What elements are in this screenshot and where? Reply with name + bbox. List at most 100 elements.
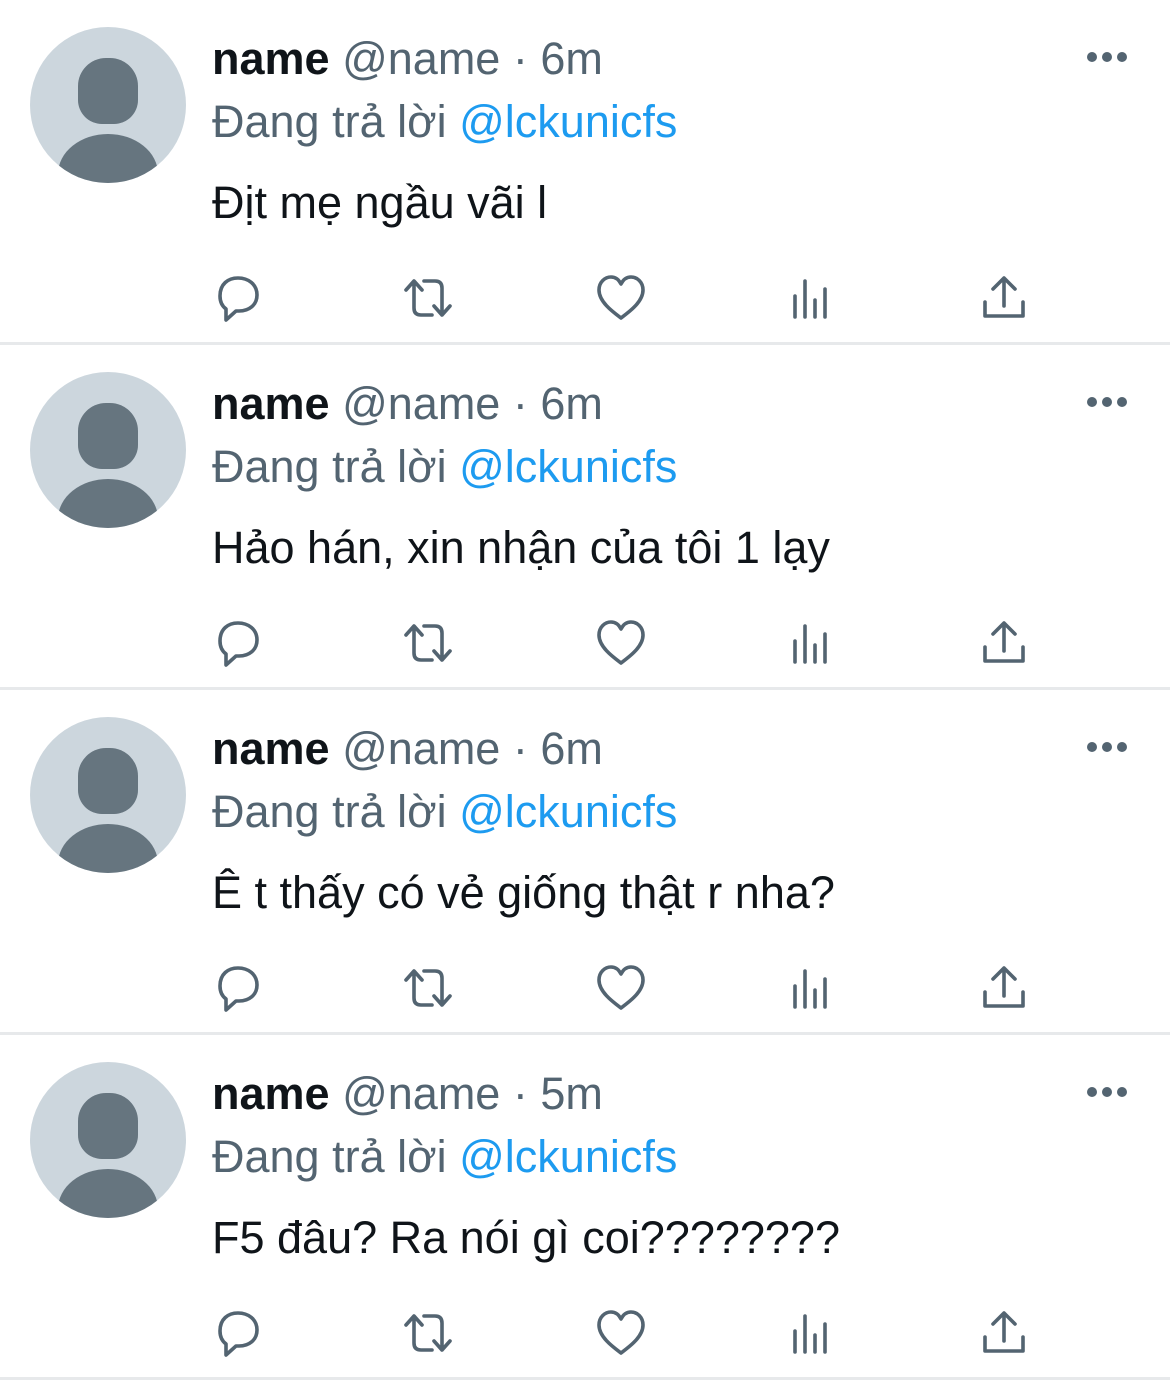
tweet-actions	[0, 270, 1170, 326]
share-button[interactable]	[976, 615, 1032, 671]
replying-to: Đang trả lời @lckunicfs	[212, 440, 677, 494]
replying-to: Đang trả lời @lckunicfs	[212, 785, 677, 839]
separator-dot: ·	[512, 378, 528, 429]
reply-feed: name @name · 6m Đang trả lời @lckunicfs …	[0, 0, 1170, 1393]
replying-to-label: Đang trả lời	[212, 786, 447, 837]
separator-dot: ·	[512, 723, 528, 774]
retweet-icon	[404, 624, 452, 662]
tweet-actions	[0, 615, 1170, 671]
timestamp[interactable]: 5m	[540, 1068, 603, 1119]
views-icon	[793, 624, 827, 664]
retweet-button[interactable]	[400, 615, 456, 671]
replying-to-label: Đang trả lời	[212, 96, 447, 147]
tweet-text: F5 đâu? Ra nói gì coi????????	[212, 1212, 840, 1263]
replying-to-handle-link[interactable]: @lckunicfs	[459, 1131, 677, 1182]
reply-button[interactable]	[210, 960, 266, 1016]
like-button[interactable]	[593, 270, 649, 326]
reply-button[interactable]	[210, 1305, 266, 1361]
default-avatar-head-icon	[78, 58, 138, 124]
display-name[interactable]: name	[212, 723, 330, 774]
tweet-header: name @name · 6m	[212, 32, 603, 86]
tweet-header: name @name · 6m	[212, 722, 603, 776]
default-avatar-head-icon	[78, 748, 138, 814]
like-button[interactable]	[593, 1305, 649, 1361]
tweet[interactable]: name @name · 6m Đang trả lời @lckunicfs …	[0, 690, 1170, 1035]
more-options-button[interactable]	[1084, 732, 1130, 762]
tweet-actions	[0, 1305, 1170, 1361]
display-name[interactable]: name	[212, 378, 330, 429]
like-button[interactable]	[593, 615, 649, 671]
user-handle[interactable]: @name	[342, 1068, 500, 1119]
tweet[interactable]: name @name · 5m Đang trả lời @lckunicfs …	[0, 1035, 1170, 1380]
default-avatar-body-icon	[58, 479, 158, 528]
more-horizontal-icon	[1087, 397, 1127, 407]
retweet-icon	[404, 1314, 452, 1352]
reply-button[interactable]	[210, 270, 266, 326]
user-handle[interactable]: @name	[342, 723, 500, 774]
more-options-button[interactable]	[1084, 387, 1130, 417]
display-name[interactable]: name	[212, 1068, 330, 1119]
replying-to: Đang trả lời @lckunicfs	[212, 95, 677, 149]
more-options-button[interactable]	[1084, 42, 1130, 72]
tweet-header: name @name · 5m	[212, 1067, 603, 1121]
reply-icon	[218, 621, 259, 667]
heart-icon	[597, 1310, 645, 1355]
replying-to-handle-link[interactable]: @lckunicfs	[459, 786, 677, 837]
default-avatar-head-icon	[78, 1093, 138, 1159]
retweet-button[interactable]	[400, 1305, 456, 1361]
tweet-text: Hảo hán, xin nhận của tôi 1 lạy	[212, 522, 830, 573]
retweet-button[interactable]	[400, 960, 456, 1016]
avatar[interactable]	[30, 372, 186, 528]
replying-to: Đang trả lời @lckunicfs	[212, 1130, 677, 1184]
default-avatar-body-icon	[58, 824, 158, 873]
views-button[interactable]	[784, 270, 840, 326]
views-button[interactable]	[784, 960, 840, 1016]
views-icon	[793, 279, 827, 319]
reply-button[interactable]	[210, 615, 266, 671]
heart-icon	[597, 275, 645, 320]
avatar[interactable]	[30, 1062, 186, 1218]
reply-icon	[218, 966, 259, 1012]
replying-to-label: Đang trả lời	[212, 1131, 447, 1182]
views-icon	[793, 969, 827, 1009]
tweet[interactable]: name @name · 6m Đang trả lời @lckunicfs …	[0, 345, 1170, 690]
avatar[interactable]	[30, 717, 186, 873]
more-horizontal-icon	[1087, 742, 1127, 752]
share-button[interactable]	[976, 960, 1032, 1016]
tweet-text: Ê t thấy có vẻ giống thật r nha?	[212, 867, 835, 918]
tweet-text: Địt mẹ ngầu vãi l	[212, 177, 548, 228]
heart-icon	[597, 620, 645, 665]
default-avatar-body-icon	[58, 1169, 158, 1218]
replying-to-handle-link[interactable]: @lckunicfs	[459, 441, 677, 492]
reply-icon	[218, 276, 259, 322]
share-button[interactable]	[976, 270, 1032, 326]
replying-to-label: Đang trả lời	[212, 441, 447, 492]
views-button[interactable]	[784, 1305, 840, 1361]
tweet[interactable]: name @name · 6m Đang trả lời @lckunicfs …	[0, 0, 1170, 345]
separator-dot: ·	[512, 1068, 528, 1119]
user-handle[interactable]: @name	[342, 378, 500, 429]
retweet-button[interactable]	[400, 270, 456, 326]
share-button[interactable]	[976, 1305, 1032, 1361]
views-button[interactable]	[784, 615, 840, 671]
avatar[interactable]	[30, 27, 186, 183]
separator-dot: ·	[512, 33, 528, 84]
share-icon	[983, 966, 1025, 1008]
tweet-header: name @name · 6m	[212, 377, 603, 431]
default-avatar-head-icon	[78, 403, 138, 469]
more-options-button[interactable]	[1084, 1077, 1130, 1107]
timestamp[interactable]: 6m	[540, 33, 603, 84]
timestamp[interactable]: 6m	[540, 378, 603, 429]
retweet-icon	[404, 969, 452, 1007]
retweet-icon	[404, 279, 452, 317]
share-icon	[983, 1311, 1025, 1353]
heart-icon	[597, 965, 645, 1010]
tweet-actions	[0, 960, 1170, 1016]
like-button[interactable]	[593, 960, 649, 1016]
user-handle[interactable]: @name	[342, 33, 500, 84]
more-horizontal-icon	[1087, 1087, 1127, 1097]
display-name[interactable]: name	[212, 33, 330, 84]
share-icon	[983, 621, 1025, 663]
replying-to-handle-link[interactable]: @lckunicfs	[459, 96, 677, 147]
timestamp[interactable]: 6m	[540, 723, 603, 774]
